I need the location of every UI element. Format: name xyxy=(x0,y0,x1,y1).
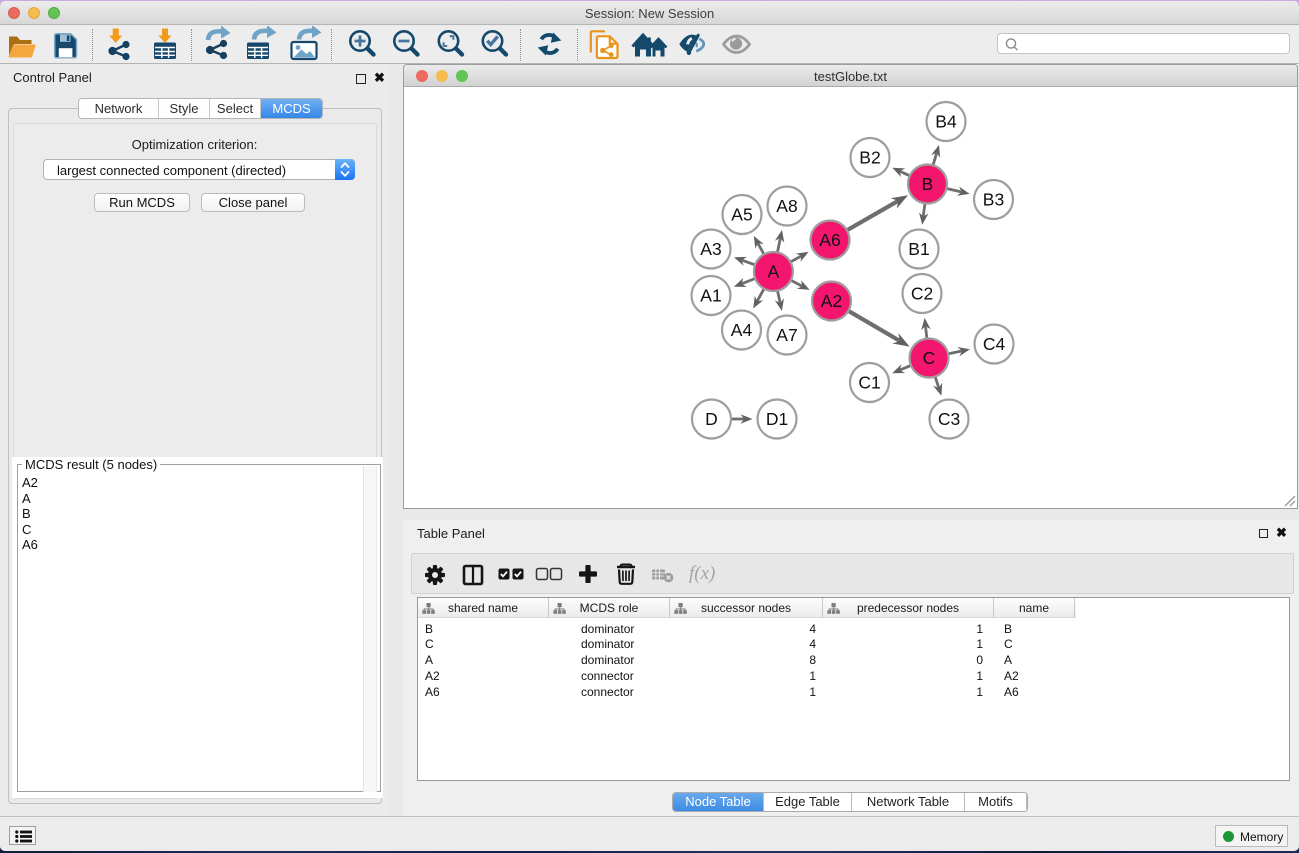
svg-text:A4: A4 xyxy=(731,320,753,340)
svg-text:C: C xyxy=(923,348,936,368)
svg-text:B: B xyxy=(922,174,934,194)
svg-text:A8: A8 xyxy=(776,196,797,216)
svg-text:A7: A7 xyxy=(776,325,797,345)
svg-text:D: D xyxy=(705,409,718,429)
svg-text:B1: B1 xyxy=(908,239,929,259)
svg-text:C1: C1 xyxy=(858,373,880,393)
svg-text:A5: A5 xyxy=(731,205,752,225)
svg-text:C4: C4 xyxy=(983,334,1006,354)
svg-text:C2: C2 xyxy=(911,284,933,304)
svg-text:A6: A6 xyxy=(819,230,840,250)
svg-text:A2: A2 xyxy=(821,291,842,311)
svg-text:A: A xyxy=(768,262,780,282)
svg-text:A3: A3 xyxy=(700,239,721,259)
svg-text:C3: C3 xyxy=(938,409,960,429)
svg-text:B4: B4 xyxy=(935,112,957,132)
svg-text:B2: B2 xyxy=(859,148,880,168)
svg-text:D1: D1 xyxy=(766,409,788,429)
svg-text:A1: A1 xyxy=(700,286,721,306)
svg-text:B3: B3 xyxy=(983,190,1004,210)
